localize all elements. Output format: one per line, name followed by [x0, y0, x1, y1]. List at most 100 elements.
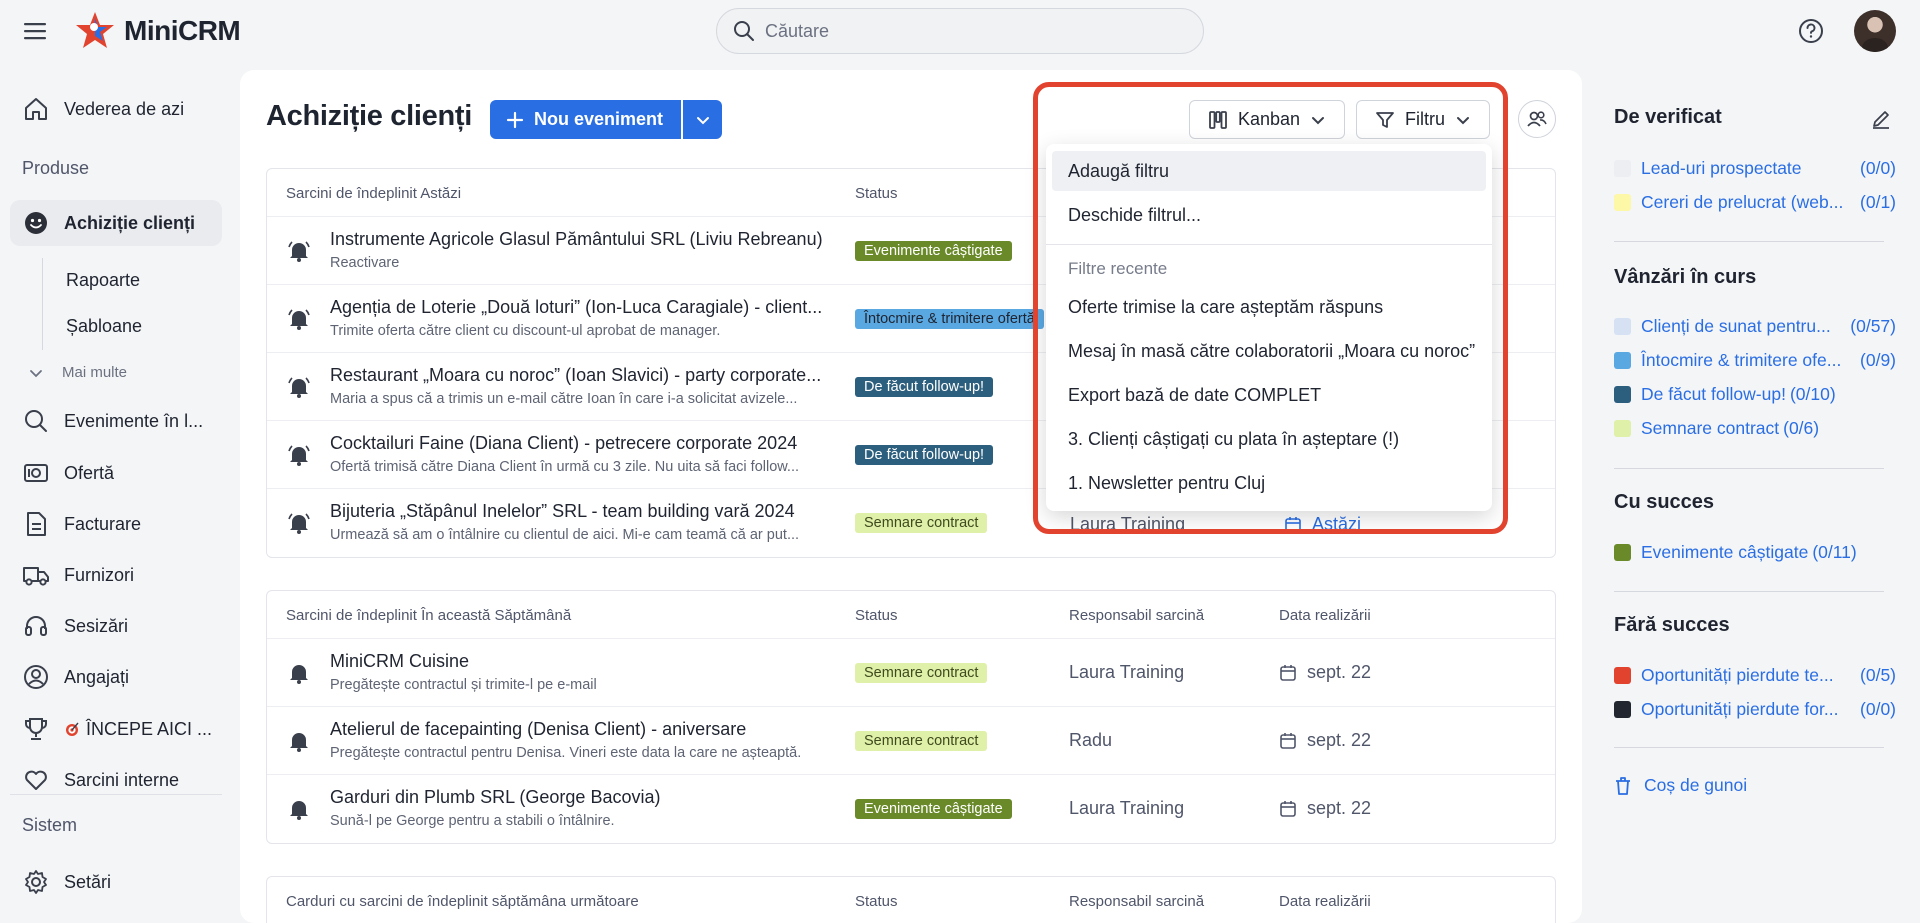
- app-logo[interactable]: MiniCRM: [74, 10, 241, 52]
- recent-filters-heading: Filtre recente: [1068, 259, 1168, 278]
- column-header-responsible: Responsabil sarcină: [1069, 607, 1205, 624]
- calendar-icon: [1279, 800, 1297, 818]
- trophy-icon: [22, 715, 50, 743]
- menu-icon[interactable]: [22, 20, 48, 42]
- column-header-date: Data realizării: [1279, 607, 1371, 624]
- row-date-text: Astăzi: [1312, 514, 1362, 534]
- search-bar[interactable]: [716, 8, 1204, 54]
- pipeline-stage-link[interactable]: Oportunități pierdute for... (0/0): [1614, 699, 1896, 720]
- stage-label: Lead-uri prospectate: [1641, 158, 1802, 178]
- section-in-progress: Vânzări în curs: [1614, 266, 1757, 288]
- sidebar-item-label: Achiziție clienți: [64, 212, 196, 233]
- sidebar-item-internal-tasks[interactable]: Sarcini interne: [10, 757, 222, 803]
- users-icon: [1526, 108, 1548, 130]
- recent-filter-item[interactable]: Oferte trimise la care așteptăm răspuns: [1052, 285, 1486, 329]
- stage-label: Întocmire & trimitere ofe...: [1641, 350, 1842, 370]
- stage-count: (0/5): [1860, 665, 1896, 685]
- new-event-button[interactable]: Nou eveniment: [490, 100, 682, 139]
- sidebar-item-label: Vederea de azi: [64, 98, 185, 119]
- pipeline-stage-link[interactable]: De făcut follow-up! (0/10): [1614, 384, 1896, 405]
- view-switch-button[interactable]: Kanban: [1189, 100, 1345, 139]
- offer-icon: [22, 459, 50, 487]
- filter-button[interactable]: Filtru: [1356, 100, 1490, 139]
- team-filter-button[interactable]: [1518, 100, 1556, 138]
- row-title[interactable]: Restaurant „Moara cu noroc” (Ioan Slavic…: [330, 365, 821, 386]
- search-input[interactable]: [765, 20, 1185, 42]
- trash-label: Coș de gunoi: [1644, 775, 1748, 795]
- pipeline-stage-link[interactable]: Oportunități pierdute te... (0/5): [1614, 665, 1896, 686]
- row-title[interactable]: MiniCRM Cuisine: [330, 651, 469, 672]
- sidebar-item-suppliers[interactable]: Furnizori: [10, 552, 222, 598]
- menu-item-open-filter[interactable]: Deschide filtrul...: [1052, 195, 1486, 235]
- row-responsible: Laura Training: [1070, 514, 1186, 534]
- target-emoji-icon: [64, 721, 80, 737]
- pipeline-stage-link[interactable]: Întocmire & trimitere ofe... (0/9): [1614, 350, 1896, 371]
- table-row[interactable]: Garduri din Plumb SRL (George Bacovia) S…: [267, 775, 1555, 843]
- smiley-icon: [22, 209, 50, 237]
- sidebar-item-templates[interactable]: Șabloane: [66, 316, 142, 337]
- menu-item-add-filter[interactable]: Adaugă filtru: [1052, 151, 1486, 191]
- row-title[interactable]: Instrumente Agricole Glasul Pământului S…: [330, 229, 823, 250]
- calendar-icon: [1279, 732, 1297, 750]
- trash-link[interactable]: Coș de gunoi: [1614, 775, 1896, 796]
- help-icon[interactable]: [1798, 18, 1824, 44]
- row-date: sept. 22: [1279, 662, 1371, 683]
- sidebar-item-billing[interactable]: Facturare: [10, 501, 222, 547]
- sidebar-item-events[interactable]: Evenimente în l...: [10, 398, 222, 444]
- sidebar-item-employees[interactable]: Angajați: [10, 654, 222, 700]
- sidebar-item-today[interactable]: Vederea de azi: [10, 86, 222, 132]
- status-badge: Semnare contract: [855, 731, 988, 751]
- table-row[interactable]: Atelierul de facepainting (Denisa Client…: [267, 707, 1555, 775]
- sidebar-item-offer[interactable]: Ofertă: [10, 450, 222, 496]
- sidebar-more-toggle[interactable]: Mai multe: [28, 364, 127, 381]
- logo-star-icon: [74, 10, 116, 52]
- stage-label: Clienți de sunat pentru...: [1641, 316, 1831, 336]
- row-subtitle: Urmează să am o întâlnire cu clientul de…: [330, 527, 800, 543]
- row-title[interactable]: Atelierul de facepainting (Denisa Client…: [330, 719, 746, 740]
- sidebar-item-settings[interactable]: Setări: [10, 859, 222, 905]
- recent-filter-item[interactable]: 3. Clienți câștigați cu plata în aștepta…: [1052, 417, 1486, 461]
- section-fail: Fără succes: [1614, 614, 1730, 636]
- stage-label: Oportunități pierdute for...: [1641, 699, 1839, 719]
- bell-ringing-icon: [287, 239, 311, 263]
- table-row[interactable]: MiniCRM Cuisine Pregătește contractul și…: [267, 639, 1555, 707]
- app-name: MiniCRM: [124, 15, 241, 46]
- user-avatar[interactable]: [1854, 10, 1896, 52]
- pencil-icon[interactable]: [1870, 108, 1892, 130]
- sidebar-item-label: Setări: [64, 871, 112, 892]
- sidebar-item-reports[interactable]: Rapoarte: [66, 270, 140, 291]
- filter-label: Filtru: [1405, 109, 1445, 129]
- row-date: sept. 22: [1279, 798, 1371, 819]
- heart-icon: [22, 766, 50, 794]
- sidebar-item-label: Angajați: [64, 666, 130, 687]
- menu-divider: [1046, 244, 1492, 245]
- recent-filter-item[interactable]: Mesaj în masă către colaboratorii „Moara…: [1052, 329, 1486, 373]
- sidebar-item-acquisition[interactable]: Achiziție clienți: [10, 200, 222, 246]
- pipeline-stage-link[interactable]: Clienți de sunat pentru... (0/57): [1614, 316, 1896, 337]
- row-subtitle: Trimite oferta către client cu discount-…: [330, 323, 721, 339]
- pipeline-stage-link[interactable]: Lead-uri prospectate (0/0): [1614, 158, 1896, 179]
- row-title[interactable]: Garduri din Plumb SRL (George Bacovia): [330, 787, 660, 808]
- recent-filter-item[interactable]: 1. Newsletter pentru Cluj: [1052, 461, 1486, 505]
- bell-icon: [287, 729, 311, 753]
- stage-count: (0/10): [1789, 384, 1836, 404]
- sidebar-item-label: ÎNCEPE AICI ...: [86, 718, 213, 739]
- chevron-down-icon: [1310, 112, 1326, 128]
- pipeline-stage-link[interactable]: Evenimente câștigate (0/11): [1614, 542, 1896, 563]
- recent-filter-item[interactable]: Export bază de date COMPLET: [1052, 373, 1486, 417]
- pipeline-stage-link[interactable]: Cereri de prelucrat (web... (0/1): [1614, 192, 1896, 213]
- filter-dropdown-menu: Adaugă filtru Deschide filtrul... Filtre…: [1046, 144, 1492, 511]
- sidebar-item-tickets[interactable]: Sesizări: [10, 603, 222, 649]
- row-title[interactable]: Agenția de Loterie „Două loturi” (Ion-Lu…: [330, 297, 822, 318]
- sidebar-item-start[interactable]: ÎNCEPE AICI ...: [10, 706, 222, 752]
- row-title[interactable]: Cocktailuri Faine (Diana Client) - petre…: [330, 433, 797, 454]
- pipeline-stage-link[interactable]: Semnare contract (0/6): [1614, 418, 1896, 439]
- column-header-status: Status: [855, 185, 898, 202]
- stage-color-swatch: [1614, 318, 1631, 335]
- panel-divider: [1614, 468, 1884, 469]
- row-title[interactable]: Bijuteria „Stăpânul Inelelor” SRL - team…: [330, 501, 795, 522]
- stage-color-swatch: [1614, 701, 1631, 718]
- column-header-responsible: Responsabil sarcină: [1069, 893, 1205, 910]
- new-event-button-group: Nou eveniment: [490, 100, 723, 139]
- new-event-dropdown-button[interactable]: [683, 100, 723, 139]
